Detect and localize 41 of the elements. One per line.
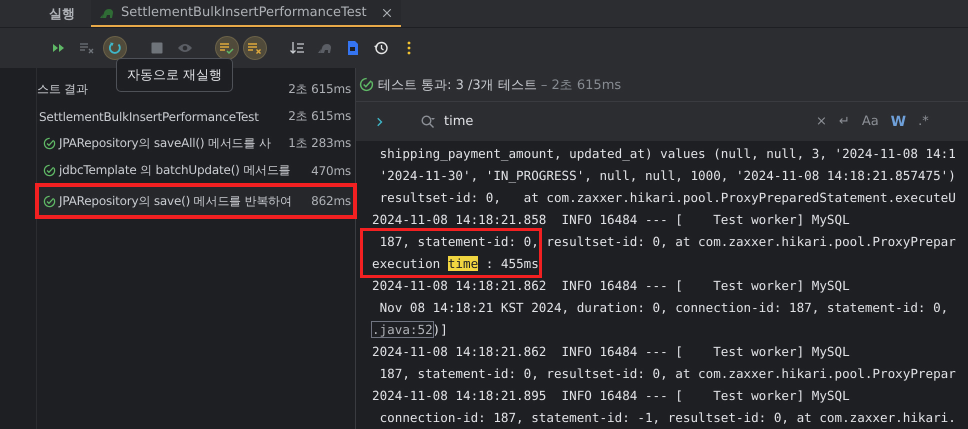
tree-item[interactable]: jdbcTemplate 의 batchUpdate() 메서드를 470ms [37,157,355,184]
search-option-button[interactable]: W [884,114,912,130]
toolbar-button[interactable] [216,37,238,59]
file-icon [345,40,361,56]
check-circle-icon [43,164,56,177]
tree-item[interactable]: JPARepository의 saveAll() 메서드를 사 1초 283ms [37,130,355,157]
tree-item[interactable]: SettlementBulkInsertPerformanceTest 2초 615ms [37,103,355,130]
close-icon[interactable] [380,6,393,18]
duration-text: – 2초 615ms [540,76,622,94]
console-line: execution time : 455ms [371,255,540,273]
check-circle-icon [43,137,56,150]
more-icon [407,41,411,55]
rerun-circle-icon [107,40,123,56]
console-line: 2024-11-08 14:18:21.895 INFO 16484 --- [ Test worker] MySQL [371,387,851,405]
console-line: '2024-11-30', 'IN_PROGRESS', null, null, 1000, '2024-11-08 14:18:21.857475') [378,167,957,185]
console-line: Nov 08 14:18:21 KST 2024, duration: 0, connection-id: 187, statement-id: 0, [378,299,950,317]
sort-icon [289,40,305,56]
search-option-button[interactable]: × [810,114,833,130]
console-line: 2024-11-08 14:18:21.858 INFO 16484 --- [ Test worker] MySQL [371,211,851,229]
toolbar-button[interactable] [104,37,126,59]
search-icon [420,114,436,130]
search-option-button[interactable]: Aa [856,114,885,130]
search-option-button[interactable]: ↵ [832,114,856,130]
console-line: 187, statement-id: 0, resultset-id: 0, at com.zaxxer.hikari.pool.ProxyPrepar [378,365,957,383]
stop-icon [149,40,165,56]
check-circle-icon [43,194,56,208]
console-line: .java:52)] [371,321,449,339]
console-line: resultset-id: 0, at com.zaxxer.hikari.pool.ProxyPreparedStatement.executeU [378,189,957,207]
status-text: 테스트 통과: 3 /3개 테스트 [378,76,537,94]
console-line: 2024-11-08 14:18:21.862 INFO 16484 --- [ Test worker] MySQL [371,277,851,295]
console-line: 187, statement-id: 0, resultset-id: 0, at com.zaxxer.hikari.pool.ProxyPrepar [378,233,957,251]
tab[interactable]: SettlementBulkInsertPerformanceTest [91,0,401,27]
console-line: 2024-11-08 14:18:21.862 INFO 16484 --- [ Test worker] MySQL [371,343,851,361]
console-line: connection-id: 187, statement-id: -1, resultset-id: 0, at com.zaxxer.hikari. [378,409,957,427]
search-option-button[interactable]: .* [912,114,935,130]
search-field[interactable]: time [444,114,744,130]
console-line: shipping_payment_amount, updated_at) values (null, null, 3, '2024-11-08 14:1 [378,145,957,163]
history-icon [373,40,389,56]
toolbar-button[interactable] [244,37,266,59]
tooltip: 자동으로 재실행 [116,58,234,92]
tool-window-title: 실행 [49,6,75,22]
